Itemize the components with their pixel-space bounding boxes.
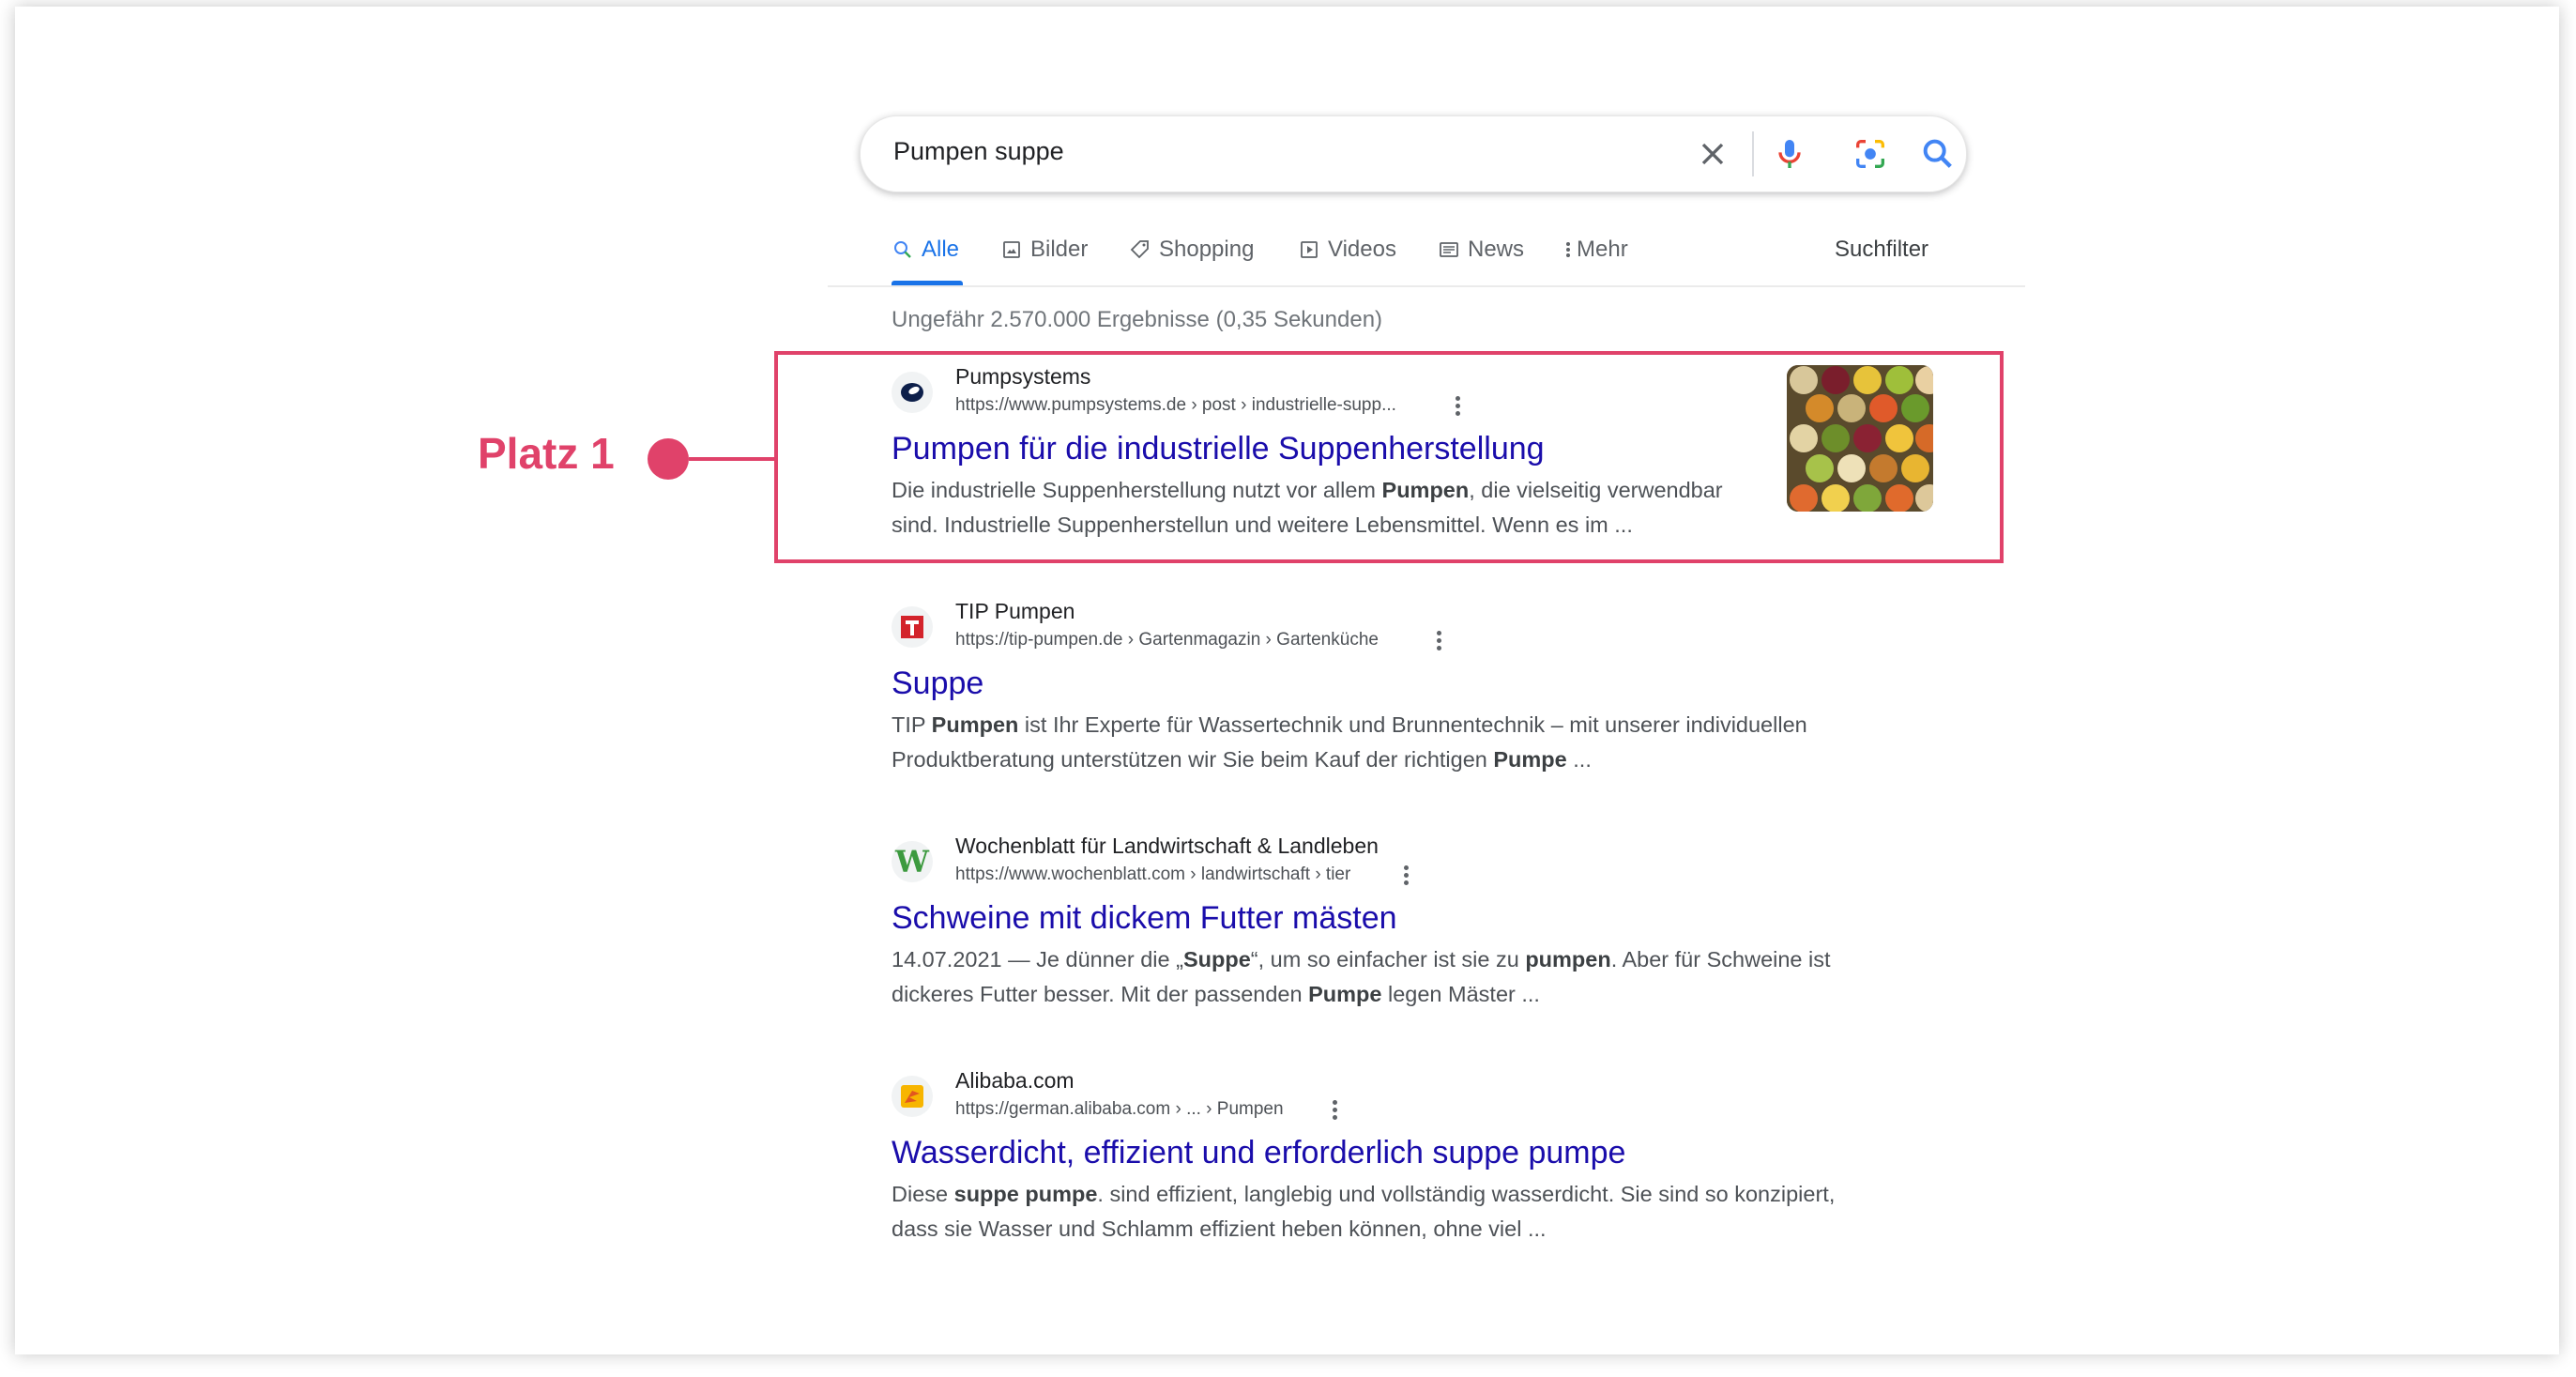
microphone-icon[interactable] [1771, 135, 1808, 173]
result-title-link[interactable]: Pumpen für die industrielle Suppenherste… [892, 427, 1943, 470]
tip-logo-icon [892, 606, 933, 648]
result-site-name: TIP Pumpen [955, 599, 1075, 623]
result-snippet: Diese suppe pumpe. sind effizient, langl… [892, 1177, 1867, 1247]
snippet-text: TIP [892, 712, 932, 737]
snippet-highlight: Pumpe [1308, 982, 1382, 1006]
search-result: TIP Pumpen https://tip-pumpen.de › Garte… [892, 595, 1943, 777]
pumpsystems-logo-icon [892, 372, 933, 413]
newspaper-icon [1440, 242, 1458, 257]
tab-shopping[interactable]: Shopping [1129, 237, 1254, 263]
result-snippet: 14.07.2021 — Je dünner die „Suppe“, um s… [892, 942, 1849, 1012]
snippet-highlight: Pumpe [1493, 747, 1567, 772]
food-cans-image [1787, 365, 1933, 512]
tab-videos[interactable]: Videos [1298, 237, 1396, 263]
play-icon [1301, 241, 1318, 258]
more-options-icon[interactable] [1454, 396, 1461, 419]
snippet-highlight: pumpen [1525, 947, 1611, 972]
results-count: Ungefähr 2.570.000 Ergebnisse (0,35 Seku… [892, 307, 1383, 332]
result-url: https://tip-pumpen.de › Gartenmagazin › … [955, 630, 1379, 650]
result-site-row[interactable]: TIP Pumpen https://tip-pumpen.de › Garte… [892, 595, 1943, 655]
alibaba-logo-icon [892, 1076, 933, 1117]
result-title-link[interactable]: Schweine mit dickem Futter mästen [892, 896, 1943, 940]
tab-label: Mehr [1577, 237, 1628, 262]
result-site-row[interactable]: Pumpsystems https://www.pumpsystems.de ›… [892, 360, 1943, 421]
snippet-highlight: Suppe [1182, 947, 1251, 972]
snippet-text: Diese [892, 1182, 954, 1206]
tab-label: News [1468, 237, 1525, 262]
tab-more[interactable]: Mehr [1563, 237, 1628, 263]
tab-news[interactable]: News [1438, 237, 1524, 263]
search-box[interactable]: Pumpen suppe [860, 115, 1967, 192]
search-icon [894, 241, 911, 258]
snippet-text: 14.07.2021 — Je dünner die „ [892, 947, 1183, 972]
result-site-name: Wochenblatt für Landwirtschaft & Landleb… [955, 834, 1379, 858]
snippet-highlight: Pumpen [1381, 478, 1470, 502]
result-url: https://www.pumpsystems.de › post › indu… [955, 395, 1396, 415]
more-vert-icon [1566, 242, 1570, 257]
tab-label: Shopping [1159, 237, 1255, 262]
snippet-text: ist Ihr Experte für Wassertechnik und Br… [892, 712, 1807, 772]
annotation-connector [689, 457, 776, 461]
result-site-row[interactable]: W Wochenblatt für Landwirtschaft & Landl… [892, 830, 1943, 890]
tag-icon [1130, 240, 1149, 259]
result-url: https://www.wochenblatt.com › landwirtsc… [955, 864, 1351, 884]
snippet-text: legen Mäster ... [1381, 982, 1540, 1006]
more-options-icon[interactable] [1402, 865, 1410, 888]
result-url: https://german.alibaba.com › ... › Pumpe… [955, 1099, 1284, 1119]
snippet-text: Die industrielle Suppenherstellung nutzt… [892, 478, 1382, 502]
snippet-highlight: Pumpen [931, 712, 1019, 737]
result-thumbnail[interactable] [1787, 365, 1933, 512]
result-title-link[interactable]: Wasserdicht, effizient und erforderlich … [892, 1131, 1943, 1174]
search-result: Alibaba.com https://german.alibaba.com ›… [892, 1064, 1943, 1247]
clear-icon[interactable] [1694, 135, 1731, 173]
result-site-name: Alibaba.com [955, 1068, 1075, 1093]
tab-images[interactable]: Bilder [1000, 237, 1088, 263]
tab-label: Videos [1328, 237, 1396, 262]
result-snippet: Die industrielle Suppenherstellung nutzt… [892, 473, 1755, 543]
more-options-icon[interactable] [1435, 631, 1442, 653]
annotation-dot [648, 438, 689, 480]
search-divider [1752, 131, 1754, 176]
snippet-highlight: suppe pumpe [953, 1182, 1098, 1206]
result-site-name: Pumpsystems [955, 364, 1091, 389]
tab-all[interactable]: Alle [892, 237, 959, 263]
tab-label: Bilder [1030, 237, 1089, 262]
search-result: W Wochenblatt für Landwirtschaft & Landl… [892, 830, 1943, 1012]
search-input[interactable]: Pumpen suppe [893, 137, 1064, 166]
result-title-link[interactable]: Suppe [892, 662, 1943, 705]
image-icon [1003, 241, 1020, 258]
tabs-divider [828, 285, 2025, 287]
search-filter-button[interactable]: Suchfilter [1835, 237, 1928, 263]
snippet-text: “, um so einfacher ist sie zu [1250, 947, 1526, 972]
snippet-text: ... [1566, 747, 1592, 772]
wochenblatt-logo-icon: W [892, 841, 933, 882]
search-result: Pumpsystems https://www.pumpsystems.de ›… [892, 360, 1943, 543]
search-icon[interactable] [1919, 135, 1957, 173]
annotation-label: Platz 1 [478, 429, 615, 478]
camera-icon[interactable] [1852, 135, 1889, 173]
result-site-row[interactable]: Alibaba.com https://german.alibaba.com ›… [892, 1064, 1943, 1125]
result-snippet: TIP Pumpen ist Ihr Experte für Wassertec… [892, 708, 1849, 777]
more-options-icon[interactable] [1331, 1100, 1338, 1123]
tab-label: Alle [922, 237, 960, 262]
